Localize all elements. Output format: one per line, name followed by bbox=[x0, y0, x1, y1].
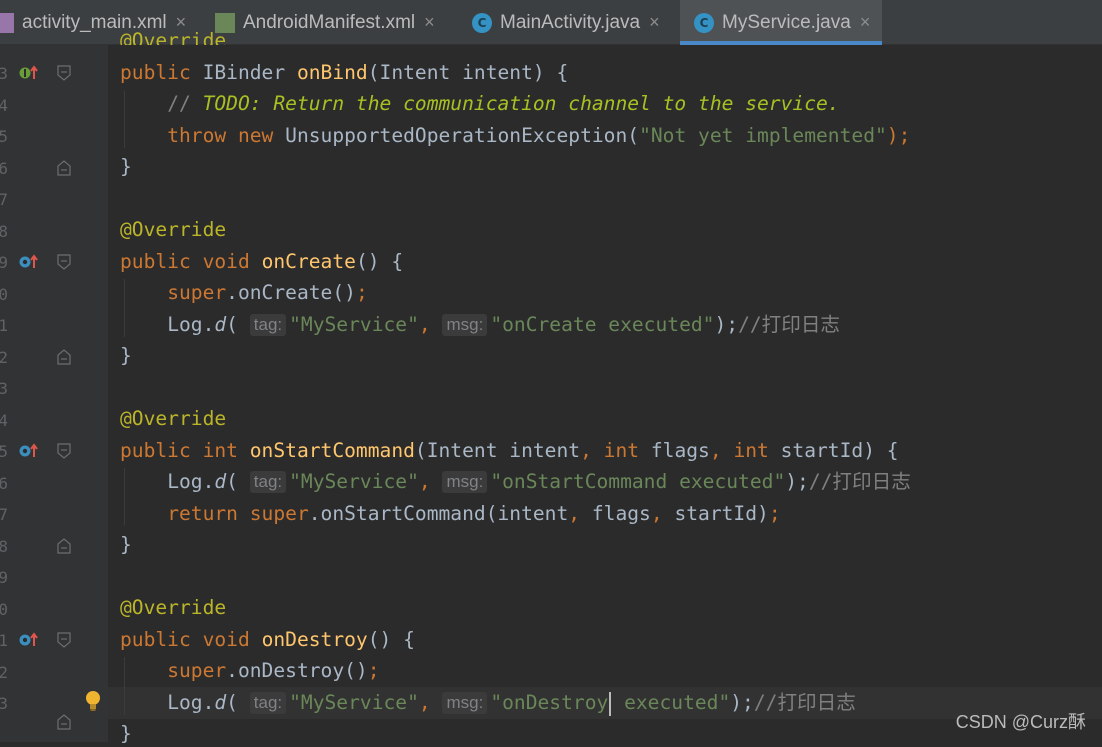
editor-gutter: 3 4 5 6 7 8 9 0 1 2 3 4 5 6 7 8 9 0 1 2 3 bbox=[0, 45, 108, 742]
line-number: 9 bbox=[0, 253, 8, 272]
line-number: 3 bbox=[0, 694, 8, 713]
code-line: Log.d( tag: "MyService", msg: "onStartComm… bbox=[167, 470, 911, 493]
fold-collapse-icon[interactable] bbox=[57, 254, 71, 270]
indent-guide bbox=[124, 657, 125, 715]
parameter-hint-tag: tag: bbox=[249, 314, 287, 336]
line-number: 0 bbox=[0, 284, 8, 304]
line-number: 2 bbox=[0, 347, 8, 367]
fold-end-icon[interactable] bbox=[57, 714, 71, 730]
code-line: @Override bbox=[120, 29, 227, 45]
line-number: 6 bbox=[0, 158, 8, 178]
watermark: CSDN @Curz酥 bbox=[955, 712, 1086, 732]
parameter-hint-msg: msg: bbox=[442, 314, 488, 336]
text-caret bbox=[609, 691, 612, 716]
indent-guide bbox=[124, 279, 125, 337]
code-line: Log.d( tag: "MyService", msg: "onDestroy e… bbox=[167, 691, 856, 716]
line-number: 3 bbox=[0, 379, 8, 398]
code-line: throw new UnsupportedOperationException(… bbox=[167, 124, 911, 147]
line-number: 4 bbox=[0, 95, 8, 115]
code-line: @Override bbox=[120, 218, 227, 241]
line-number: 8 bbox=[0, 221, 8, 241]
fold-collapse-icon[interactable] bbox=[57, 65, 71, 81]
line-number: 5 bbox=[0, 442, 8, 461]
override-method-icon[interactable] bbox=[18, 442, 40, 460]
parameter-hint-tag: tag: bbox=[249, 692, 287, 714]
parameter-hint-tag: tag: bbox=[249, 471, 287, 493]
fold-end-icon[interactable] bbox=[57, 159, 71, 176]
line-number: 1 bbox=[0, 631, 8, 650]
code-line: public void onDestroy() { bbox=[120, 628, 415, 651]
fold-end-icon[interactable] bbox=[57, 537, 71, 554]
line-number: 6 bbox=[0, 473, 8, 493]
line-number: 4 bbox=[0, 410, 8, 430]
fold-end-icon[interactable] bbox=[57, 348, 71, 365]
code-line: @Override bbox=[120, 596, 227, 619]
fold-collapse-icon[interactable] bbox=[57, 632, 71, 648]
parameter-hint-msg: msg: bbox=[442, 471, 488, 493]
code-line: super.onCreate(); bbox=[167, 281, 368, 304]
code-line: super.onDestroy(); bbox=[167, 659, 380, 682]
code-line: public void onCreate() { bbox=[120, 250, 404, 273]
code-line: // TODO: Return the communication channe… bbox=[167, 92, 840, 115]
line-number: 5 bbox=[0, 127, 8, 146]
override-method-icon[interactable] bbox=[18, 631, 40, 649]
indent-guide bbox=[124, 468, 125, 526]
code-line: } bbox=[120, 344, 132, 367]
line-number: 9 bbox=[0, 568, 8, 587]
code-line: } bbox=[120, 155, 132, 178]
fold-collapse-icon[interactable] bbox=[57, 443, 71, 459]
line-number: 1 bbox=[0, 316, 8, 335]
override-method-icon[interactable] bbox=[18, 253, 40, 271]
line-number: 8 bbox=[0, 536, 8, 556]
code-line: @Override bbox=[120, 407, 227, 430]
lightbulb-icon[interactable] bbox=[82, 689, 104, 713]
code-line: public IBinder onBind(Intent intent) { bbox=[120, 61, 569, 84]
line-number: 2 bbox=[0, 662, 8, 682]
parameter-hint-msg: msg: bbox=[442, 692, 488, 714]
implement-method-icon[interactable] bbox=[18, 64, 40, 82]
code-line: public int onStartCommand(Intent intent,… bbox=[120, 439, 899, 462]
line-number: 7 bbox=[0, 190, 8, 209]
line-number: 0 bbox=[0, 599, 8, 619]
xml-file-icon bbox=[0, 12, 14, 33]
code-line: Log.d( tag: "MyService", msg: "onCreate ex… bbox=[167, 313, 841, 336]
code-line: } bbox=[120, 722, 132, 745]
code-editor[interactable]: @Override public IBinder onBind(Intent i… bbox=[120, 0, 1102, 745]
line-number: 7 bbox=[0, 505, 8, 524]
code-line: } bbox=[120, 533, 132, 556]
line-number: 3 bbox=[0, 64, 8, 83]
indent-guide bbox=[124, 90, 125, 148]
code-line: return super.onStartCommand(intent, flag… bbox=[167, 502, 781, 525]
